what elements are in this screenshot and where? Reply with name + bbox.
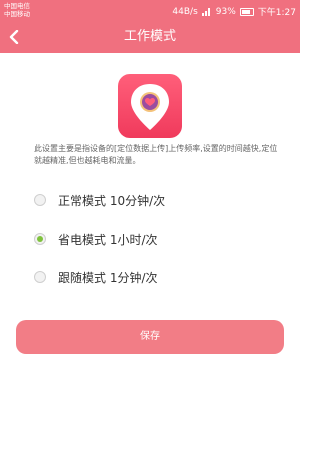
option-power-saving-label: 省电模式 1小时/次 <box>58 232 158 247</box>
page-title: 工作模式 <box>123 29 176 44</box>
option-power-saving[interactable]: 省电模式 1小时/次 <box>34 228 254 250</box>
battery-percent: 93% <box>215 6 236 17</box>
location-pin-icon <box>118 74 182 138</box>
option-normal-label: 正常模式 10分钟/次 <box>58 193 166 208</box>
carrier-info: 中国电信 中国移动 <box>4 2 30 18</box>
nav-bar: 工作模式 <box>0 20 300 53</box>
app-logo <box>118 74 182 138</box>
network-speed: 44B/s <box>172 6 198 17</box>
status-bar: 中国电信 中国移动 44B/s 93% 下午1:27 <box>0 0 300 20</box>
option-normal[interactable]: 正常模式 10分钟/次 <box>34 189 254 211</box>
battery-icon <box>239 7 254 16</box>
save-button[interactable]: 保存 <box>16 320 284 354</box>
radio-power-saving[interactable] <box>34 233 46 245</box>
radio-normal[interactable] <box>34 194 46 206</box>
option-follow-label: 跟随模式 1分钟/次 <box>58 270 158 285</box>
radio-follow[interactable] <box>34 271 46 283</box>
signal-icon <box>201 7 212 16</box>
chevron-left-icon <box>9 30 19 44</box>
carrier-2: 中国移动 <box>4 10 30 18</box>
mode-description: 此设置主要是指设备的[定位数据上传]上传频率,设置的时间越快,定位就越精准,但也… <box>34 144 278 165</box>
status-right: 44B/s 93% 下午1:27 <box>172 5 296 19</box>
option-follow[interactable]: 跟随模式 1分钟/次 <box>34 266 254 288</box>
clock: 下午1:27 <box>257 8 296 18</box>
carrier-1: 中国电信 <box>4 2 30 10</box>
back-button[interactable] <box>6 20 28 53</box>
